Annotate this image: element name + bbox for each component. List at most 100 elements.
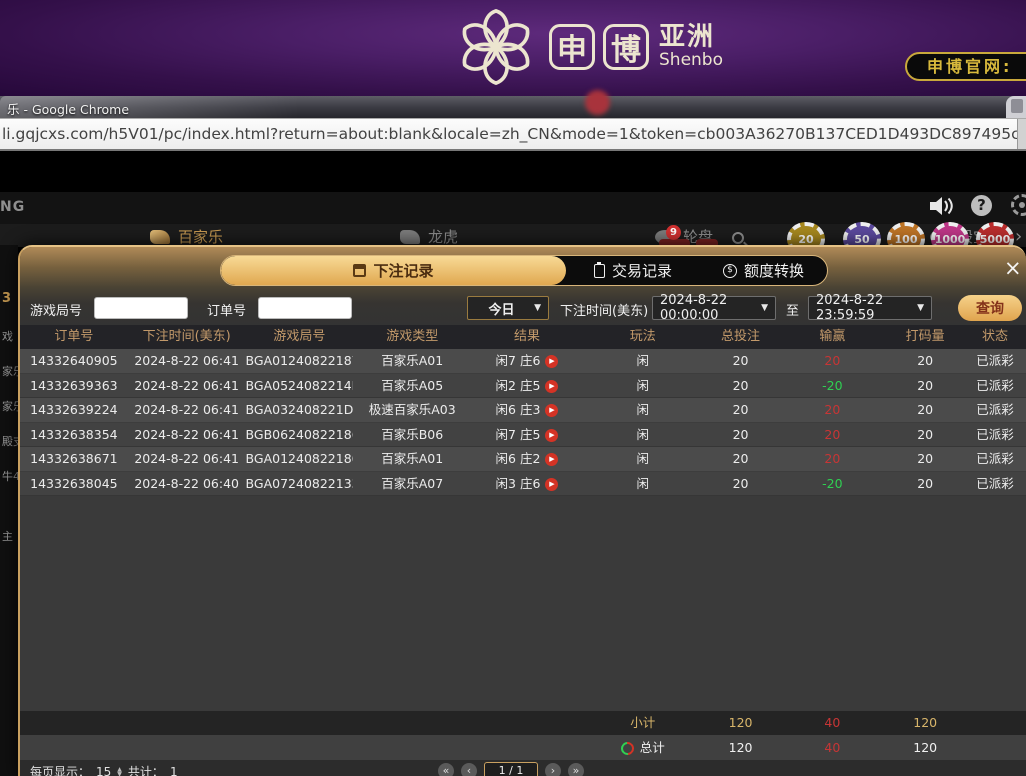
- calendar-icon: [353, 264, 366, 277]
- search-icon[interactable]: [732, 232, 744, 244]
- bet-time-label: 下注时间(美东): [560, 300, 648, 319]
- subtotal-row: 小计 120 40 120: [20, 711, 1026, 735]
- tab-label: 额度转换: [744, 260, 804, 281]
- cell-play: 闲: [583, 374, 703, 398]
- volume-icon[interactable]: [930, 196, 954, 216]
- cell-total-bet: 20: [703, 398, 779, 422]
- cell-order-id: 14332638671: [20, 447, 128, 471]
- search-button[interactable]: 查询: [958, 295, 1022, 321]
- date-from-select[interactable]: 2024-8-22 00:00:00 ▼: [652, 296, 776, 320]
- spinner-down-icon[interactable]: ▼: [117, 772, 122, 776]
- clipboard-icon: [594, 264, 605, 278]
- table-row: 14332638045 2024-8-22 06:40 BGA072408221…: [20, 472, 1026, 497]
- per-page-label: 每页显示：: [30, 763, 90, 776]
- scrollbar-nub[interactable]: [1017, 119, 1026, 149]
- round-label: 游戏局号: [30, 300, 82, 319]
- browser-window-title: 乐 - Google Chrome: [7, 99, 129, 118]
- play-video-icon[interactable]: ▶: [545, 429, 558, 442]
- prev-page-button[interactable]: ‹: [461, 763, 477, 776]
- result-text: 闲7 庄5: [496, 427, 541, 442]
- first-page-button[interactable]: «: [438, 763, 454, 776]
- col-play: 玩法: [583, 325, 703, 349]
- cell-turnover: 20: [886, 349, 964, 373]
- notice-badge: 9: [666, 225, 681, 240]
- tab-bet-records[interactable]: 下注记录: [221, 256, 566, 285]
- play-glyph: ▶: [549, 431, 554, 439]
- cell-turnover: 20: [886, 472, 964, 496]
- next-page-button[interactable]: ›: [545, 763, 561, 776]
- help-glyph: ?: [977, 196, 986, 214]
- settings-gear-icon[interactable]: [1011, 194, 1026, 216]
- help-icon[interactable]: ?: [971, 195, 992, 216]
- sidebar-fragment: 殿支: [2, 433, 18, 449]
- logo-char-2: 博: [611, 25, 641, 69]
- cell-order-id: 14332638354: [20, 423, 128, 447]
- window-corner: [1006, 96, 1026, 118]
- close-glyph: ×: [1004, 256, 1022, 280]
- play-video-icon[interactable]: ▶: [545, 355, 558, 368]
- cell-bet-time: 2024-8-22 06:41: [128, 374, 246, 398]
- sidebar-fragment: 家乐: [2, 363, 18, 379]
- subtotal-label: 小计: [583, 711, 703, 735]
- cell-total-bet: 20: [703, 472, 779, 496]
- cell-order-id: 14332639224: [20, 398, 128, 422]
- baccarat-icon: [150, 230, 170, 244]
- pagination-bar: 每页显示： 15 ▲ ▼ 共计： 1 « ‹ 1 / 1 › »: [20, 760, 1026, 776]
- order-input[interactable]: [258, 297, 352, 319]
- cell-result: 闲6 庄2▶: [471, 447, 583, 471]
- pager-buttons: « ‹ 1 / 1 › »: [438, 762, 584, 776]
- play-video-icon[interactable]: ▶: [545, 404, 558, 417]
- window-corner-notch: [1011, 99, 1023, 113]
- total-label: 总计: [640, 740, 665, 755]
- nav-item-dragontiger[interactable]: 龙虎: [400, 226, 458, 247]
- chevron-down-icon: ▼: [917, 303, 924, 313]
- cell-order-id: 14332640905: [20, 349, 128, 373]
- tab-label: 下注记录: [373, 260, 433, 281]
- total-label-cell: 总计: [583, 735, 703, 760]
- play-video-icon[interactable]: ▶: [545, 478, 558, 491]
- logo-region-text: 亚洲: [659, 24, 723, 51]
- official-site-button[interactable]: 申博官网:: [905, 52, 1026, 81]
- nav-item-baccarat[interactable]: 百家乐: [150, 226, 223, 247]
- cell-turnover: 20: [886, 398, 964, 422]
- refresh-icon[interactable]: [618, 739, 636, 757]
- cell-result: 闲7 庄5 ▶: [471, 423, 583, 447]
- round-input[interactable]: [94, 297, 188, 319]
- flower-logo-icon: [455, 6, 537, 88]
- chip-next-glyph: ›: [1015, 226, 1022, 247]
- play-glyph: ▶: [549, 382, 554, 390]
- table-header: 订单号 下注时间(美东) 游戏局号 游戏类型 结果 玩法 总投注 输赢 打码量 …: [20, 325, 1026, 349]
- play-glyph: ▶: [549, 357, 554, 365]
- cell-turnover: 20: [886, 423, 964, 447]
- tab-credit-transfer[interactable]: $ 额度转换: [700, 256, 827, 285]
- date-preset-select[interactable]: 今日 ▼: [467, 296, 549, 320]
- cell-result: 闲3 庄6▶: [471, 472, 583, 496]
- cell-play: 闲: [583, 472, 703, 496]
- red-dot-logo: [585, 90, 610, 115]
- logo-char-box-2: 博: [603, 24, 649, 70]
- date-to-value: 2024-8-22 23:59:59: [816, 293, 911, 323]
- cell-bet-time: 2024-8-22 06:41: [128, 398, 246, 422]
- result-text: 闲7 庄6: [496, 353, 541, 368]
- site-logo: 申 博 亚洲 Shenbo: [455, 6, 723, 88]
- chip-scroll-arrow[interactable]: ›: [1015, 226, 1022, 247]
- cell-turnover: 20: [886, 447, 964, 471]
- table-row: 14332638671 2024-8-22 06:41 BGA012408221…: [20, 447, 1026, 472]
- col-game-type: 游戏类型: [353, 325, 471, 349]
- logo-en-text: Shenbo: [659, 52, 723, 70]
- cell-result: 闲6 庄3 ▶: [471, 398, 583, 422]
- browser-titlebar[interactable]: 乐 - Google Chrome: [0, 96, 1026, 118]
- play-glyph: ▶: [549, 480, 554, 488]
- play-video-icon[interactable]: ▶: [545, 453, 558, 466]
- browser-url-bar[interactable]: li.gqjcxs.com/h5V01/pc/index.html?return…: [0, 118, 1026, 151]
- date-to-select[interactable]: 2024-8-22 23:59:59 ▼: [808, 296, 932, 320]
- tab-transaction-records[interactable]: 交易记录: [566, 256, 700, 285]
- result-text: 闲6 庄3: [496, 402, 541, 417]
- close-icon[interactable]: ×: [1004, 258, 1022, 279]
- filter-row: 游戏局号 订单号 今日 ▼ 下注时间(美东) 2024-8-22 00:00:0…: [20, 292, 1026, 324]
- last-page-button[interactable]: »: [568, 763, 584, 776]
- per-page-spinner[interactable]: ▲ ▼: [117, 767, 122, 776]
- play-video-icon[interactable]: ▶: [545, 380, 558, 393]
- page-indicator: 1 / 1: [484, 762, 538, 776]
- table-body: 14332640905 2024-8-22 06:41 BGA012408221…: [20, 349, 1026, 711]
